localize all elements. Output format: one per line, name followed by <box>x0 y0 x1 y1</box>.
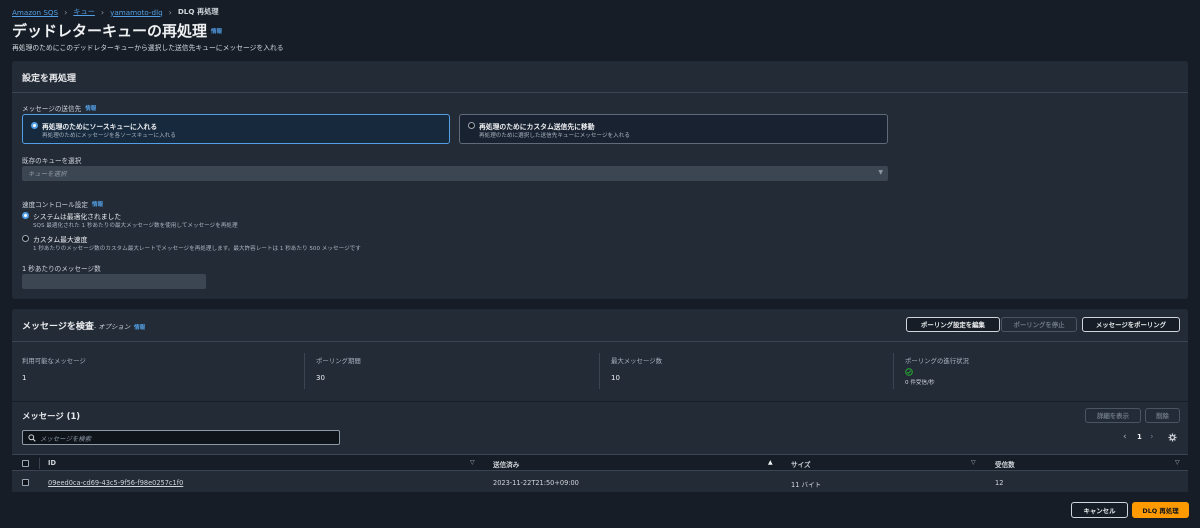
option-description: SQS 最適化された 1 秒あたりの最大メッセージ数を使用してメッセージを再処理 <box>33 221 238 229</box>
dlq-redrive-button[interactable]: DLQ 再処理 <box>1132 502 1189 518</box>
destination-option-custom[interactable]: 再処理のためにカスタム送信先に移動 再処理のために選択した送信先キューにメッセー… <box>459 114 888 144</box>
radio-selected[interactable] <box>31 122 38 129</box>
redrive-settings-panel: 設定を再処理 メッセージの送信先 情報 再処理のためにソースキューに入れる 再処… <box>12 61 1188 299</box>
stat-available-label: 利用可能なメッセージ <box>22 356 86 365</box>
message-size: 11 バイト <box>791 479 821 489</box>
option-title: カスタム最大速度 <box>33 234 87 244</box>
caret-down-icon: ▼ <box>878 169 883 176</box>
stat-progress-value: 0 件受信/秒 <box>905 378 935 386</box>
queue-select[interactable]: キューを選択 ▼ <box>22 166 888 181</box>
stat-max-label: 最大メッセージ数 <box>611 356 662 365</box>
radio-unselected[interactable] <box>22 235 29 242</box>
gear-icon[interactable] <box>1168 433 1177 442</box>
velocity-label-text: 速度コントロール設定 <box>22 199 88 209</box>
divider <box>304 353 305 389</box>
chevron-right-icon: › <box>64 8 67 17</box>
stat-duration-value: 30 <box>316 374 325 382</box>
page-number[interactable]: 1 <box>1137 433 1142 441</box>
info-link[interactable]: 情報 <box>134 323 145 331</box>
row-checkbox[interactable] <box>22 479 29 486</box>
table-row[interactable]: 09eed0ca-cd69-43c5-9f56-f98e0257c1f0 202… <box>12 472 1188 492</box>
divider <box>39 458 40 469</box>
message-receive-count: 12 <box>995 479 1003 487</box>
option-title: 再処理のためにカスタム送信先に移動 <box>479 121 595 131</box>
chevron-right-icon: › <box>169 8 172 17</box>
inspect-title: メッセージを検査 - オプション 情報 <box>22 319 145 332</box>
page-title-text: デッドレターキューの再処理 <box>12 20 207 41</box>
divider <box>12 401 1188 402</box>
queue-select-placeholder: キューを選択 <box>28 169 66 178</box>
breadcrumb-amazon-sqs[interactable]: Amazon SQS <box>12 8 58 17</box>
stat-max-value: 10 <box>611 374 620 382</box>
rate-input[interactable] <box>22 274 206 289</box>
breadcrumb-queues[interactable]: キュー <box>73 7 95 17</box>
divider <box>599 353 600 389</box>
inspect-title-text: メッセージを検査 <box>22 319 94 332</box>
column-header-receive-count[interactable]: 受信数 <box>995 459 1015 469</box>
sort-down-icon[interactable]: ▽ <box>1175 459 1180 466</box>
stat-progress-label: ポーリングの進行状況 <box>905 356 969 365</box>
rate-label: 1 秒あたりのメッセージ数 <box>22 263 101 273</box>
divider <box>893 353 894 389</box>
column-header-id[interactable]: ID <box>48 459 56 467</box>
info-link[interactable]: 情報 <box>85 104 96 112</box>
option-description: 1 秒あたりのメッセージ数のカスタム最大レートでメッセージを再処理します。最大許… <box>33 244 361 252</box>
view-details-button[interactable]: 詳細を表示 <box>1085 408 1141 423</box>
sort-down-icon[interactable]: ▽ <box>470 459 475 466</box>
chevron-left-icon[interactable]: ‹ <box>1123 432 1127 442</box>
search-icon <box>28 434 36 442</box>
option-title: 再処理のためにソースキューに入れる <box>42 121 157 131</box>
page-description: 再処理のためにこのデッドレターキューから選択した送信先キューにメッセージを入れる <box>12 42 284 52</box>
column-header-size[interactable]: サイズ <box>791 459 811 469</box>
queue-select-label: 既存のキューを選択 <box>22 155 81 165</box>
info-link[interactable]: 情報 <box>211 27 222 35</box>
destination-option-source-queue[interactable]: 再処理のためにソースキューに入れる 再処理のためにメッセージを各ソースキューに入… <box>22 114 450 144</box>
sort-up-icon[interactable]: ▲ <box>768 459 773 466</box>
page-title: デッドレターキューの再処理 情報 <box>12 20 222 41</box>
column-header-sent[interactable]: 送信済み <box>493 459 519 469</box>
delete-button[interactable]: 削除 <box>1145 408 1180 423</box>
destination-label-text: メッセージの送信先 <box>22 103 81 113</box>
breadcrumb-current: DLQ 再処理 <box>178 7 219 17</box>
chevron-right-icon[interactable]: › <box>1150 432 1154 442</box>
stat-available-value: 1 <box>22 374 26 382</box>
radio-unselected[interactable] <box>468 122 475 129</box>
info-link[interactable]: 情報 <box>92 200 103 208</box>
option-description: 再処理のために選択した送信先キューにメッセージを入れる <box>479 131 630 139</box>
table-header: ID ▽ 送信済み ▲ サイズ ▽ 受信数 ▽ <box>12 454 1188 471</box>
stat-duration-label: ポーリング期間 <box>316 356 361 365</box>
option-description: 再処理のためにメッセージを各ソースキューに入れる <box>42 131 176 139</box>
stop-polling-button[interactable]: ポーリングを停止 <box>1001 317 1077 332</box>
edit-polling-button[interactable]: ポーリング設定を編集 <box>906 317 1000 332</box>
radio-selected[interactable] <box>22 212 29 219</box>
message-id-link[interactable]: 09eed0ca-cd69-43c5-9f56-f98e0257c1f0 <box>48 479 183 487</box>
breadcrumb: Amazon SQS › キュー › yamamoto-dlq › DLQ 再処… <box>12 7 219 17</box>
velocity-option-system[interactable]: システムは最適化されました SQS 最適化された 1 秒あたりの最大メッセージ数… <box>22 211 622 231</box>
panel-header: 設定を再処理 <box>12 61 1188 93</box>
poll-messages-button[interactable]: メッセージをポーリング <box>1082 317 1180 332</box>
search-placeholder: メッセージを検索 <box>40 434 91 443</box>
cancel-button[interactable]: キャンセル <box>1071 502 1128 518</box>
select-all-checkbox[interactable] <box>22 460 29 467</box>
panel-title: 設定を再処理 <box>22 71 76 84</box>
chevron-right-icon: › <box>101 8 104 17</box>
option-title: システムは最適化されました <box>33 211 121 221</box>
check-circle-icon <box>905 368 913 376</box>
divider <box>12 341 1188 342</box>
sort-down-icon[interactable]: ▽ <box>971 459 976 466</box>
velocity-label: 速度コントロール設定 情報 <box>22 199 103 209</box>
destination-label: メッセージの送信先 情報 <box>22 103 96 113</box>
messages-title: メッセージ (1) <box>22 410 80 422</box>
breadcrumb-queue-name[interactable]: yamamoto-dlq <box>110 8 163 17</box>
search-input[interactable]: メッセージを検索 <box>22 430 340 445</box>
message-sent: 2023-11-22T21:50+09:00 <box>493 479 579 487</box>
velocity-option-custom[interactable]: カスタム最大速度 1 秒あたりのメッセージ数のカスタム最大レートでメッセージを再… <box>22 234 622 254</box>
optional-label: - オプション <box>94 322 130 331</box>
